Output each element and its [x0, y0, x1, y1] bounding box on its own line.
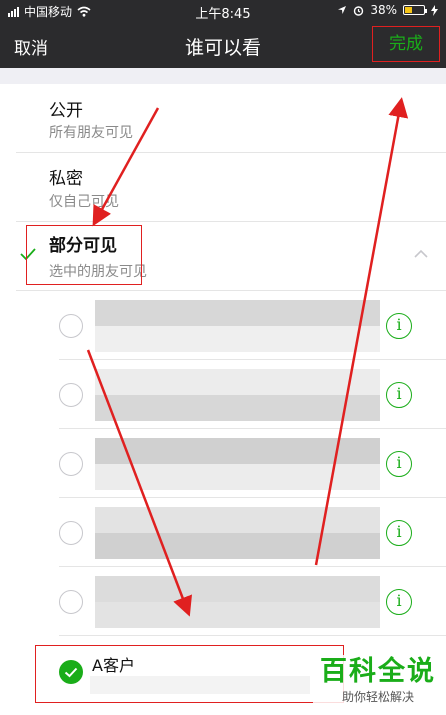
nav-bar: 取消 谁可以看 完成 [0, 22, 446, 68]
option-private[interactable]: 私密 仅自己可见 [0, 153, 446, 221]
divider [59, 359, 446, 360]
section-gap [0, 68, 446, 84]
blurred-item [95, 300, 380, 352]
info-icon[interactable]: i [386, 520, 412, 546]
blurred-item [95, 369, 380, 421]
alarm-icon [354, 5, 364, 16]
watermark-logo: 百科全说 助你轻松解决 [313, 655, 443, 711]
select-radio[interactable] [59, 383, 83, 407]
watermark-main: 百科全说 [320, 656, 436, 687]
option-public[interactable]: 公开 所有朋友可见 [0, 84, 446, 152]
divider [59, 428, 446, 429]
blurred-item [95, 576, 380, 628]
select-radio[interactable] [59, 590, 83, 614]
select-radio[interactable] [59, 521, 83, 545]
option-title: 公开 [49, 101, 83, 121]
blurred-item [90, 676, 310, 694]
top-bar: 中国移动 上午8:45 38% 取消 谁可以看 完成 [0, 0, 446, 68]
info-icon[interactable]: i [386, 451, 412, 477]
annotation-box [26, 225, 142, 285]
select-radio[interactable] [59, 314, 83, 338]
blurred-item [95, 438, 380, 490]
info-icon[interactable]: i [386, 313, 412, 339]
done-button[interactable]: 完成 [372, 26, 440, 62]
location-icon [338, 6, 347, 14]
chevron-up-icon[interactable] [414, 249, 428, 259]
blurred-item [95, 507, 380, 559]
divider [59, 497, 446, 498]
option-subtitle: 仅自己可见 [49, 194, 119, 210]
battery-percent: 38% [370, 3, 397, 17]
option-title: 私密 [49, 169, 83, 189]
select-radio[interactable] [59, 452, 83, 476]
info-icon[interactable]: i [386, 382, 412, 408]
divider [59, 566, 446, 567]
battery-icon [403, 5, 427, 15]
selected-check-icon[interactable] [59, 660, 83, 684]
option-subtitle: 所有朋友可见 [49, 125, 133, 141]
status-bar: 中国移动 上午8:45 38% [0, 0, 446, 22]
divider [16, 290, 446, 291]
tag-group-label: A客户 [92, 656, 135, 675]
divider [59, 635, 446, 636]
charging-icon [431, 4, 438, 16]
watermark-sub: 助你轻松解决 [341, 690, 414, 704]
info-icon[interactable]: i [386, 589, 412, 615]
